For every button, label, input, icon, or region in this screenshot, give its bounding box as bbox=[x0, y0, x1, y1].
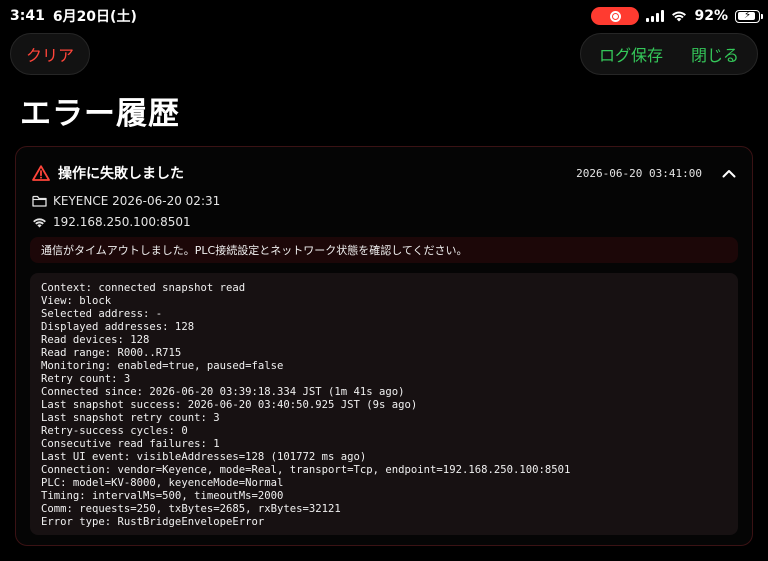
error-entry-card: 操作に失敗しました 2026-06-20 03:41:00 KEYENCE 20… bbox=[15, 146, 753, 546]
detail-line: Monitoring: enabled=true, paused=false bbox=[41, 360, 284, 372]
detail-line: Read range: R000..R715 bbox=[41, 347, 182, 359]
device-row: KEYENCE 2026-06-20 02:31 bbox=[32, 194, 220, 208]
detail-line: Last UI event: visibleAddresses=128 (101… bbox=[41, 451, 367, 463]
error-title-group: 操作に失敗しました bbox=[32, 163, 184, 183]
close-button[interactable]: 閉じる bbox=[683, 36, 747, 72]
detail-line: Read devices: 128 bbox=[41, 334, 150, 346]
error-details: Context: connected snapshot read View: b… bbox=[30, 273, 738, 535]
wifi-icon bbox=[33, 217, 46, 228]
error-entry-header[interactable]: 操作に失敗しました 2026-06-20 03:41:00 bbox=[32, 163, 736, 183]
error-timestamp: 2026-06-20 03:41:00 bbox=[576, 166, 702, 180]
detail-line: Timing: intervalMs=500, timeoutMs=2000 bbox=[41, 490, 284, 502]
battery-icon: ⚡ bbox=[735, 9, 763, 23]
charging-bolt-icon: ⚡ bbox=[743, 10, 752, 21]
detail-line: Retry-success cycles: 0 bbox=[41, 425, 188, 437]
device-label: KEYENCE 2026-06-20 02:31 bbox=[53, 194, 221, 208]
detail-line: Consecutive read failures: 1 bbox=[41, 438, 220, 450]
status-bar: 3:41 6月20日(土) 92% ⚡ bbox=[0, 0, 768, 32]
detail-line: Last snapshot success: 2026-06-20 03:40:… bbox=[41, 399, 418, 411]
folder-icon bbox=[32, 195, 47, 207]
detail-line: Context: connected snapshot read bbox=[41, 282, 246, 294]
detail-line: Retry count: 3 bbox=[41, 373, 131, 385]
record-icon bbox=[609, 10, 621, 22]
top-action-group: ログ保存 閉じる bbox=[580, 33, 758, 75]
status-time: 3:41 bbox=[10, 8, 45, 24]
chevron-up-icon[interactable] bbox=[722, 169, 736, 178]
warning-triangle-icon bbox=[32, 165, 50, 181]
battery-percent: 92% bbox=[694, 8, 728, 24]
screen-recording-indicator[interactable] bbox=[591, 7, 640, 25]
clear-button[interactable]: クリア bbox=[10, 33, 90, 75]
page-title: エラー履歴 bbox=[20, 96, 180, 132]
detail-line: Selected address: - bbox=[41, 308, 163, 320]
error-message: 通信がタイムアウトしました。PLC接続設定とネットワーク状態を確認してください。 bbox=[30, 237, 738, 263]
detail-line: View: block bbox=[41, 295, 112, 307]
save-log-button[interactable]: ログ保存 bbox=[591, 36, 671, 72]
status-right: 92% ⚡ bbox=[591, 7, 763, 25]
error-message-text: 通信がタイムアウトしました。PLC接続設定とネットワーク状態を確認してください。 bbox=[41, 244, 468, 257]
status-left: 3:41 6月20日(土) bbox=[10, 6, 137, 26]
detail-line: PLC: model=KV-8000, keyenceMode=Normal bbox=[41, 477, 284, 489]
error-title: 操作に失敗しました bbox=[58, 166, 184, 182]
detail-line: Connection: vendor=Keyence, mode=Real, t… bbox=[41, 464, 571, 476]
detail-line: Displayed addresses: 128 bbox=[41, 321, 195, 333]
status-date: 6月20日(土) bbox=[52, 9, 137, 25]
cellular-signal-icon bbox=[646, 10, 665, 22]
address-label: 192.168.250.100:8501 bbox=[53, 215, 191, 229]
detail-line: Comm: requests=250, txBytes=2685, rxByte… bbox=[41, 503, 341, 515]
error-meta: 2026-06-20 03:41:00 bbox=[576, 167, 736, 180]
detail-line: Connected since: 2026-06-20 03:39:18.334… bbox=[41, 386, 405, 398]
wifi-status-icon bbox=[672, 11, 687, 22]
detail-line: Error type: RustBridgeEnvelopeError bbox=[41, 516, 265, 528]
address-row: 192.168.250.100:8501 bbox=[32, 215, 191, 229]
detail-line: Last snapshot retry count: 3 bbox=[41, 412, 220, 424]
